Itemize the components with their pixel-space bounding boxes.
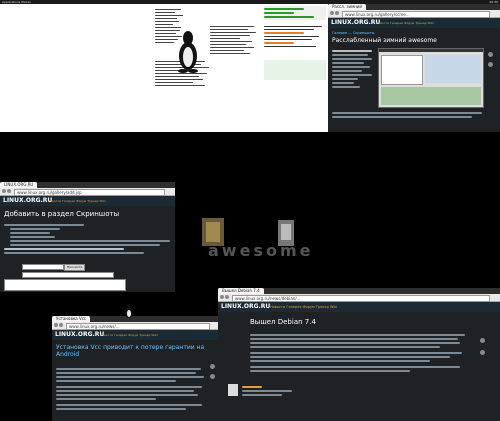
file-input[interactable] — [22, 264, 64, 270]
terminal-text-right — [210, 24, 260, 84]
watch-icon[interactable] — [488, 62, 493, 67]
forward-icon[interactable] — [335, 11, 339, 15]
url-field[interactable]: www.linux.org.ru/news/debian/... — [232, 295, 490, 302]
page-title: Добавить в раздел Скриншоты — [4, 210, 120, 218]
site-logo[interactable]: LINUX.ORG.RU — [221, 303, 270, 310]
star-icon[interactable] — [210, 364, 215, 369]
site-logo[interactable]: LINUX.ORG.RU — [3, 197, 52, 204]
site-menu[interactable]: Новости Галерея Форум Трекер Wiki — [376, 21, 434, 25]
tux-icon — [178, 31, 198, 73]
browser-window-add-screenshot[interactable]: LINUX.ORG.RU www.linux.org.ru/gallery/ad… — [0, 182, 175, 292]
tux-small-icon — [125, 304, 133, 318]
site-logo[interactable]: LINUX.ORG.RU — [55, 331, 104, 338]
back-icon[interactable] — [2, 189, 6, 193]
title-input[interactable] — [22, 272, 114, 278]
url-field[interactable]: www.linux.org.ru/news/... — [66, 323, 210, 330]
breadcrumb[interactable]: Галерея — Скриншоты — [332, 31, 374, 35]
forward-icon[interactable] — [7, 189, 11, 193]
site-menu[interactable]: Новости Галерея Форум Трекер Wiki — [100, 333, 158, 337]
back-icon[interactable] — [330, 11, 334, 15]
site-logo[interactable]: LINUX.ORG.RU — [331, 19, 380, 26]
avatar — [228, 384, 238, 396]
site-menu[interactable]: Новости Галерея Форум Трекер Wiki — [48, 199, 106, 203]
watch-icon[interactable] — [480, 350, 485, 355]
description-textarea[interactable] — [4, 279, 126, 291]
back-icon[interactable] — [54, 323, 58, 327]
awesome-logo: awesome — [198, 216, 338, 262]
browse-button[interactable]: Просмотр — [64, 264, 86, 271]
terminal-window[interactable] — [0, 4, 262, 132]
watch-icon[interactable] — [210, 374, 215, 379]
star-icon[interactable] — [480, 338, 485, 343]
forward-icon[interactable] — [225, 295, 229, 299]
back-icon[interactable] — [220, 295, 224, 299]
url-field[interactable]: www.linux.org.ru/gallery/add.jsp — [14, 189, 165, 196]
browser-window-vcc-news[interactable]: Установка Vcc www.linux.org.ru/news/... … — [52, 316, 220, 421]
page-title: Установка Vcc приводит к потере гарантии… — [56, 344, 205, 358]
star-icon[interactable] — [488, 52, 493, 57]
site-menu[interactable]: Новости Галерея Форум Трекер Wiki — [270, 305, 337, 309]
forward-icon[interactable] — [59, 323, 63, 327]
browser-window-gallery[interactable]: Рассл. зимний www.linux.org.ru/gallery/s… — [328, 4, 500, 132]
page-title: Расслабленный зимний awesome — [332, 37, 437, 44]
comment-block — [224, 382, 494, 412]
browser-window-debian-news[interactable]: Вышел Debian 7.4 www.linux.org.ru/news/d… — [218, 288, 500, 421]
page-title: Вышел Debian 7.4 — [250, 318, 316, 326]
awesome-logo-icon: awesome — [202, 218, 313, 260]
screenshot-thumbnail[interactable] — [378, 48, 484, 108]
url-field[interactable]: www.linux.org.ru/gallery/scree... — [342, 11, 490, 18]
system-monitor-panel — [262, 4, 328, 132]
svg-text:awesome: awesome — [208, 241, 313, 260]
